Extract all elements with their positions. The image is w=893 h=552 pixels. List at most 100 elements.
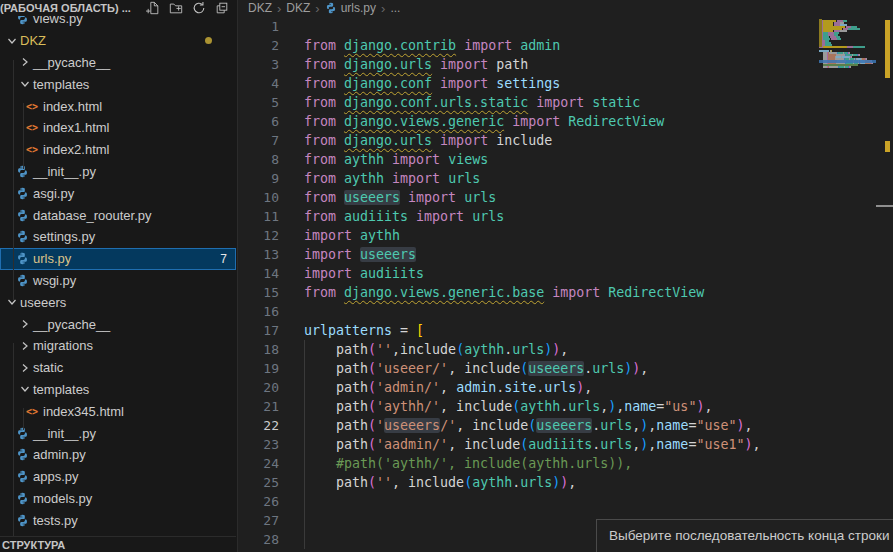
tree-item-templates[interactable]: templates bbox=[0, 73, 236, 95]
tree-item-useeers[interactable]: useeers bbox=[0, 291, 236, 313]
tree-item-initpy[interactable]: __init__.py bbox=[0, 161, 236, 183]
code-line-7[interactable]: 7from django.urls import include bbox=[239, 131, 893, 150]
indent-guide bbox=[304, 340, 305, 549]
code-line-21[interactable]: 21 path('aythh/', include(aythh.urls,),n… bbox=[239, 397, 893, 416]
overview-ruler-warning-mark bbox=[885, 20, 890, 78]
new-file-icon[interactable] bbox=[146, 1, 160, 15]
python-icon bbox=[16, 492, 29, 505]
code-line-20[interactable]: 20 path('admin/', admin.site.urls), bbox=[239, 378, 893, 397]
outline-section-header[interactable]: СТРУКТУРА bbox=[0, 536, 236, 552]
line-number: 26 bbox=[239, 492, 279, 511]
python-icon bbox=[16, 274, 29, 287]
html-icon: <> bbox=[26, 122, 38, 133]
tree-indent-guide bbox=[13, 343, 14, 552]
eol-tooltip: Выберите последовательность конца строки bbox=[596, 519, 893, 552]
new-folder-icon[interactable] bbox=[169, 1, 183, 15]
tree-item-databaseroouterpy[interactable]: database_roouter.py bbox=[0, 204, 236, 226]
refresh-icon[interactable] bbox=[192, 1, 206, 15]
outline-title: СТРУКТУРА bbox=[2, 539, 65, 551]
code-line-17[interactable]: 17urlpatterns = [ bbox=[239, 321, 893, 340]
line-number: 8 bbox=[239, 150, 279, 169]
code-line-2[interactable]: 2from django.contrib import admin bbox=[239, 36, 893, 55]
code-line-18[interactable]: 18 path('',include(aythh.urls)), bbox=[239, 340, 893, 359]
code-line-25[interactable]: 25 path('', include(aythh.urls)), bbox=[239, 473, 893, 492]
chevron-down-icon bbox=[20, 79, 30, 89]
overview-ruler-warning-mark-2 bbox=[885, 141, 890, 152]
tree-item-static[interactable]: static bbox=[0, 357, 236, 379]
code-line-24[interactable]: 24 #path('aythh/', include(aythh.urls)), bbox=[239, 454, 893, 473]
code-line-9[interactable]: 9from aythh import urls bbox=[239, 169, 893, 188]
code-line-22[interactable]: 22 path('useeers/', include(useeers.urls… bbox=[239, 416, 893, 435]
breadcrumb-segment[interactable]: DKZ bbox=[248, 1, 272, 15]
line-number: 6 bbox=[239, 112, 279, 131]
editor-pane: DKZ›DKZ›urls.py›... 12from django.contri… bbox=[239, 0, 893, 552]
code-line-19[interactable]: 19 path('useeer/', include(useeers.urls)… bbox=[239, 359, 893, 378]
code-line-13[interactable]: 13import useeers bbox=[239, 245, 893, 264]
code-line-15[interactable]: 15from django.views.generic.base import … bbox=[239, 283, 893, 302]
tree-item-testspy[interactable]: tests.py bbox=[0, 509, 236, 531]
breadcrumb-tail[interactable]: ... bbox=[390, 1, 400, 15]
breadcrumb-segment[interactable]: DKZ bbox=[286, 1, 310, 15]
code-line-1[interactable]: 1 bbox=[239, 17, 893, 36]
tree-item-pycache[interactable]: __pycache__ bbox=[0, 52, 236, 74]
line-number: 1 bbox=[239, 17, 279, 36]
code-line-14[interactable]: 14import audiiits bbox=[239, 264, 893, 283]
python-icon bbox=[16, 165, 29, 178]
code-line-10[interactable]: 10from useeers import urls bbox=[239, 188, 893, 207]
line-number: 11 bbox=[239, 207, 279, 226]
tree-item-templates[interactable]: templates bbox=[0, 379, 236, 401]
collapse-all-icon[interactable] bbox=[215, 1, 229, 15]
tree-item-index345html[interactable]: <>index345.html bbox=[0, 400, 236, 422]
code-line-8[interactable]: 8from aythh import views bbox=[239, 150, 893, 169]
tree-item-settingspy[interactable]: settings.py bbox=[0, 226, 236, 248]
line-number: 27 bbox=[239, 511, 279, 530]
tree-item-DKZ[interactable]: DKZ bbox=[0, 30, 236, 52]
tree-item-appspy[interactable]: apps.py bbox=[0, 466, 236, 488]
line-number: 14 bbox=[239, 264, 279, 283]
tree-item-urlspy[interactable]: urls.py7 bbox=[0, 248, 236, 270]
tree-item-initpy[interactable]: __init__.py bbox=[0, 422, 236, 444]
html-icon: <> bbox=[26, 101, 38, 112]
minimap[interactable] bbox=[819, 18, 876, 158]
code-line-12[interactable]: 12import aythh bbox=[239, 226, 893, 245]
tree-item-migrations[interactable]: migrations bbox=[0, 335, 236, 357]
tree-item-asgipy[interactable]: asgi.py bbox=[0, 182, 236, 204]
tree-item-wsgipy[interactable]: wsgi.py bbox=[0, 270, 236, 292]
tree-item-index2html[interactable]: <>index2.html bbox=[0, 139, 236, 161]
tree-item-adminpy[interactable]: admin.py bbox=[0, 444, 236, 466]
python-icon bbox=[16, 209, 29, 222]
python-icon bbox=[16, 187, 29, 200]
breadcrumb-file[interactable]: urls.py bbox=[341, 1, 376, 15]
python-icon bbox=[16, 514, 29, 527]
line-number: 2 bbox=[239, 36, 279, 55]
python-icon bbox=[16, 230, 29, 243]
code-line-11[interactable]: 11from audiiits import urls bbox=[239, 207, 893, 226]
python-icon bbox=[16, 427, 29, 440]
line-number: 24 bbox=[239, 454, 279, 473]
line-number: 21 bbox=[239, 397, 279, 416]
vscode-window: (РАБОЧАЯ ОБЛАСТЬ) ... views.pyDKZ__pycac… bbox=[0, 0, 893, 552]
workspace-title: (РАБОЧАЯ ОБЛАСТЬ) ... bbox=[0, 2, 131, 14]
code-line-16[interactable]: 16 bbox=[239, 302, 893, 321]
chevron-down-icon bbox=[7, 297, 17, 307]
problems-badge: 7 bbox=[220, 252, 236, 266]
explorer-section-header[interactable]: (РАБОЧАЯ ОБЛАСТЬ) ... bbox=[0, 0, 236, 16]
line-number: 7 bbox=[239, 131, 279, 150]
tree-item-index1html[interactable]: <>index1.html bbox=[0, 117, 236, 139]
code-line-3[interactable]: 3from django.urls import path bbox=[239, 55, 893, 74]
python-icon bbox=[325, 2, 337, 14]
line-number: 13 bbox=[239, 245, 279, 264]
code-line-26[interactable]: 26 bbox=[239, 492, 893, 511]
code-line-4[interactable]: 4from django.conf import settings bbox=[239, 74, 893, 93]
code-line-5[interactable]: 5from django.conf.urls.static import sta… bbox=[239, 93, 893, 112]
line-number: 12 bbox=[239, 226, 279, 245]
line-number: 20 bbox=[239, 378, 279, 397]
code-line-23[interactable]: 23 path('aadmin/', include(audiiits.urls… bbox=[239, 435, 893, 454]
tree-item-modelspy[interactable]: models.py bbox=[0, 488, 236, 510]
tree-item-indexhtml[interactable]: <>index.html bbox=[0, 95, 236, 117]
tree-item-pycache[interactable]: __pycache__ bbox=[0, 313, 236, 335]
line-number: 22 bbox=[239, 416, 279, 435]
line-number: 10 bbox=[239, 188, 279, 207]
code-line-6[interactable]: 6from django.views.generic import Redire… bbox=[239, 112, 893, 131]
line-number: 23 bbox=[239, 435, 279, 454]
